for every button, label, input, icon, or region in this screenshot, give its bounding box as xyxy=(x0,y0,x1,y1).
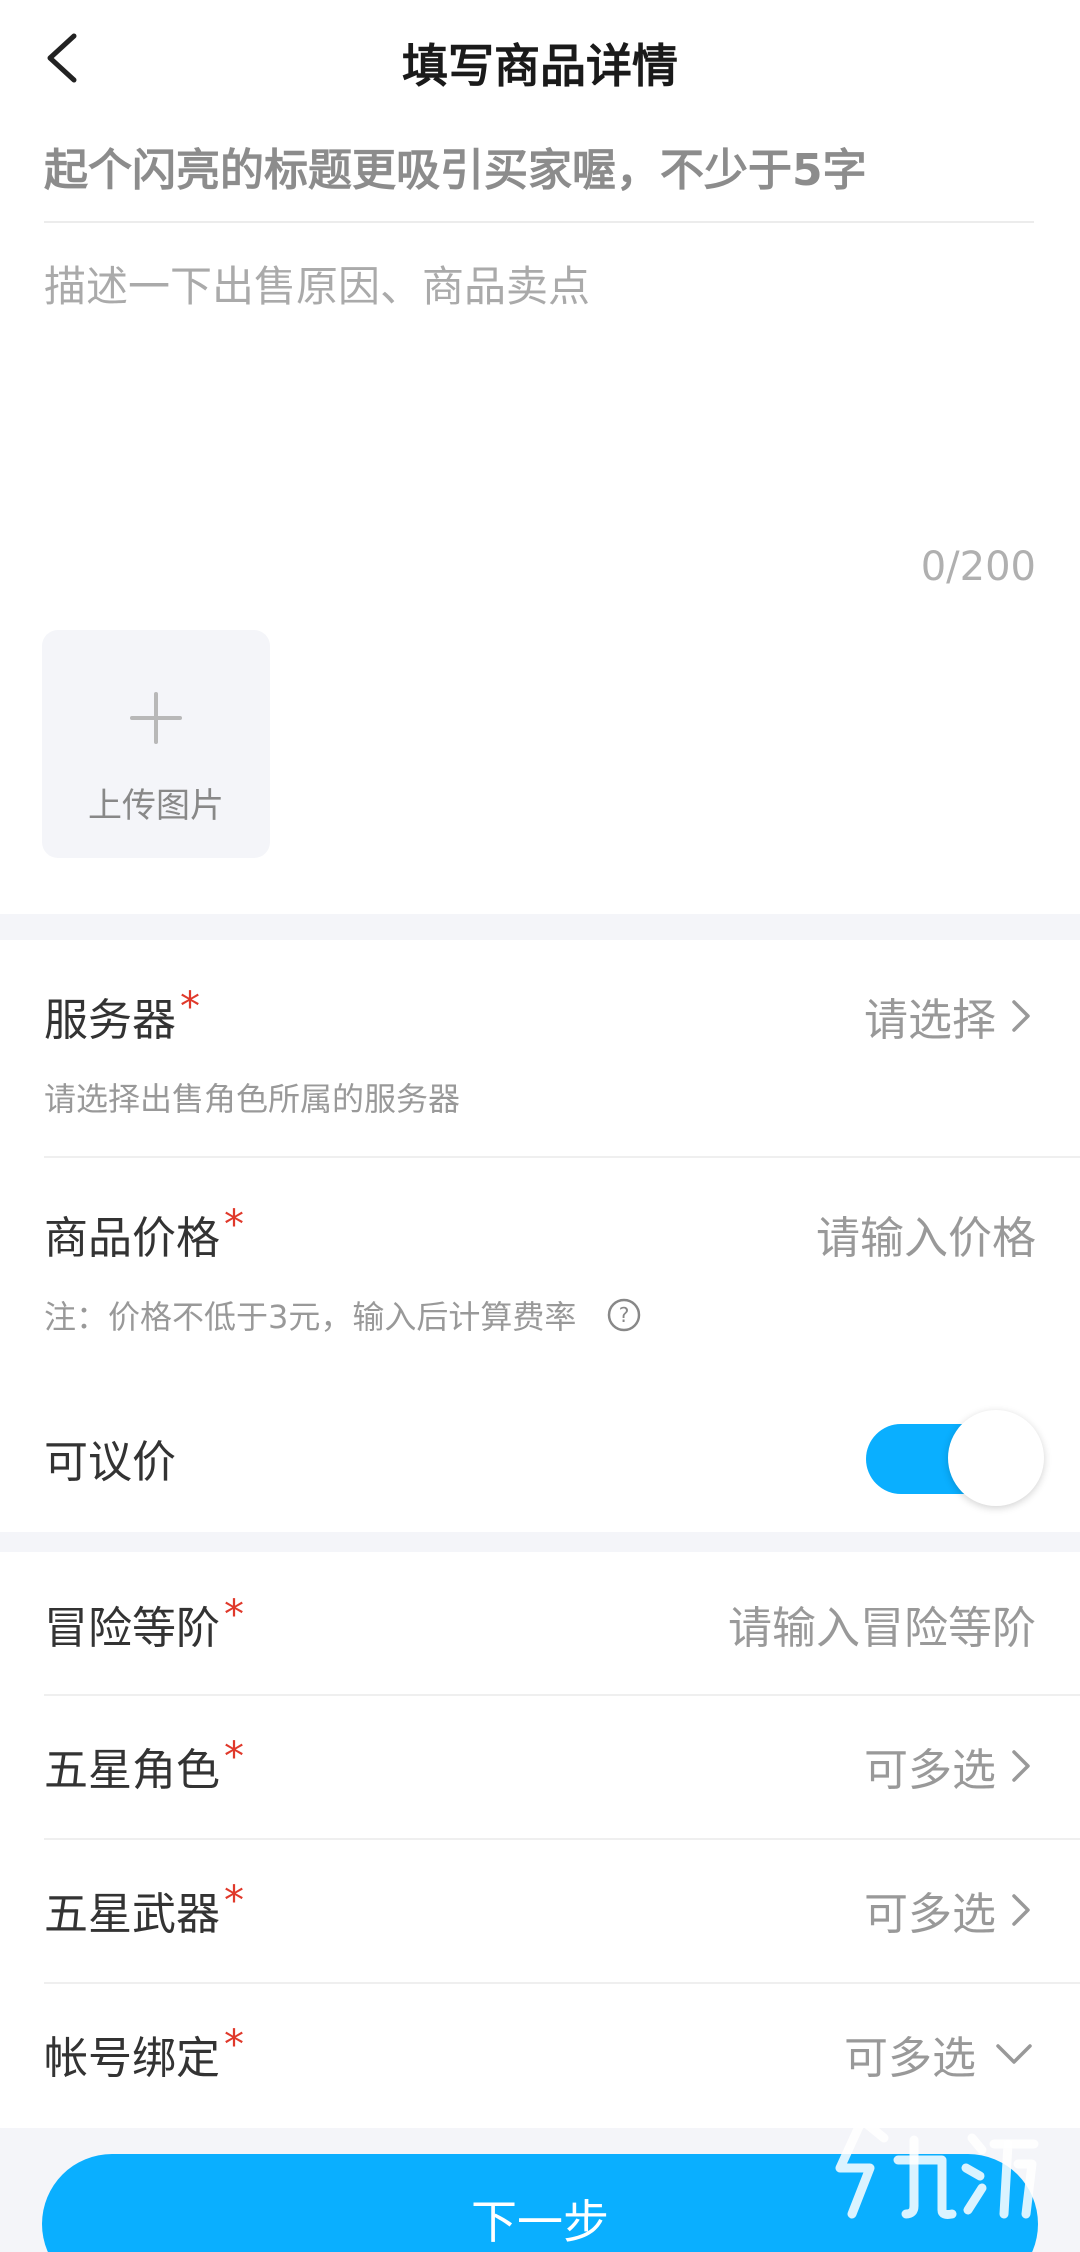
account-binding-label: 帐号绑定 * xyxy=(44,2022,244,2084)
required-mark: * xyxy=(224,1592,244,1638)
upload-image-button[interactable]: 上传图片 xyxy=(42,630,270,858)
required-mark: * xyxy=(224,1202,244,1248)
divider xyxy=(44,221,1034,223)
server-label: 服务器 * xyxy=(44,984,200,1046)
server-hint: 请选择出售角色所属的服务器 xyxy=(44,1080,461,1118)
divider xyxy=(44,1156,1080,1158)
five-star-weapons-select[interactable]: 可多选 xyxy=(864,1878,1036,1942)
next-step-button[interactable]: 下一步 xyxy=(42,2154,1038,2252)
chevron-right-icon xyxy=(1012,1000,1030,1032)
five-star-characters-label: 五星角色 * xyxy=(44,1734,244,1796)
adventure-rank-input[interactable]: 请输入冒险等阶 xyxy=(728,1592,1036,1656)
toggle-knob xyxy=(948,1410,1044,1506)
server-select[interactable]: 请选择 xyxy=(864,984,1036,1048)
divider xyxy=(44,1838,1080,1840)
screen: 填写商品详情 0/200 上传图片 服务器* 请选择 xyxy=(0,0,1080,2252)
price-input[interactable]: 请输入价格 xyxy=(816,1202,1036,1266)
game-info-card: 冒险等阶 * 请输入冒险等阶 五星角色 * 可多选 五星武器 * 可多选 帐号绑… xyxy=(0,1552,1080,2128)
negotiable-toggle[interactable] xyxy=(866,1410,1044,1506)
help-icon[interactable]: ? xyxy=(606,1297,642,1333)
negotiable-label: 可议价 xyxy=(44,1437,176,1488)
chevron-down-icon xyxy=(996,2044,1032,2064)
upload-label: 上传图片 xyxy=(88,786,224,826)
required-mark: * xyxy=(180,984,200,1030)
five-star-weapons-label: 五星武器 * xyxy=(44,1878,244,1940)
price-hint: 注：价格不低于3元，输入后计算费率 ? xyxy=(44,1292,642,1338)
required-mark: * xyxy=(224,1878,244,1924)
next-step-label: 下一步 xyxy=(471,2196,609,2248)
required-mark: * xyxy=(224,2022,244,2068)
svg-text:?: ? xyxy=(619,1303,630,1327)
char-counter: 0/200 xyxy=(920,544,1036,590)
header-bar: 填写商品详情 xyxy=(0,0,1080,118)
title-input[interactable] xyxy=(44,118,1034,222)
divider xyxy=(44,1694,1080,1696)
plus-icon xyxy=(130,692,182,744)
account-binding-select[interactable]: 可多选 xyxy=(844,2022,1036,2086)
five-star-characters-select[interactable]: 可多选 xyxy=(864,1734,1036,1798)
page-title: 填写商品详情 xyxy=(402,39,678,93)
divider xyxy=(44,1982,1080,1984)
chevron-right-icon xyxy=(1012,1894,1030,1926)
price-label: 商品价格 * xyxy=(44,1202,244,1264)
chevron-right-icon xyxy=(1012,1750,1030,1782)
description-card: 0/200 上传图片 xyxy=(0,118,1080,914)
basic-info-card: 服务器 * 请选择 请选择出售角色所属的服务器 商品价格 * 请输入价格 注：价格不… xyxy=(0,940,1080,1532)
adventure-rank-label: 冒险等阶 * xyxy=(44,1592,244,1654)
required-mark: * xyxy=(224,1734,244,1780)
description-input[interactable] xyxy=(44,258,1034,518)
